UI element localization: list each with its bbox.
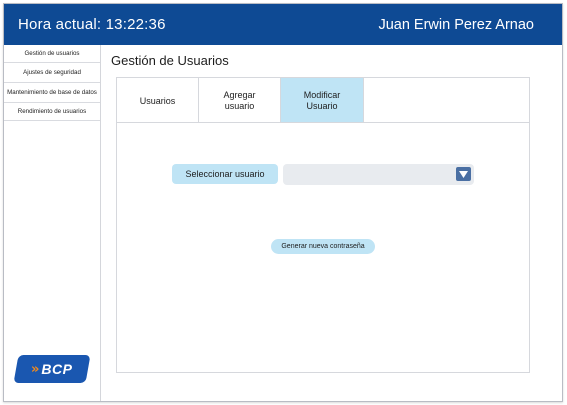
tab-users[interactable]: Usuarios — [117, 78, 199, 122]
arrow-icon: » — [31, 361, 40, 377]
select-user-label: Seleccionar usuario — [172, 164, 278, 184]
select-user-dropdown[interactable] — [283, 164, 474, 185]
top-bar: Hora actual: 13:22:36 Juan Erwin Perez A… — [4, 4, 562, 45]
sidebar: Gestión de usuarios Ajustes de seguridad… — [4, 45, 101, 401]
main-content: Gestión de Usuarios Usuarios Agregar usu… — [101, 45, 562, 401]
tab-label: Usuarios — [139, 95, 176, 106]
chevron-down-icon[interactable] — [456, 167, 471, 181]
tab-modify-user[interactable]: Modificar Usuario — [281, 78, 364, 122]
sidebar-item-label: Rendimiento de usuarios — [17, 107, 87, 115]
bcp-logo: » BCP — [13, 355, 91, 383]
page-title: Gestión de Usuarios — [111, 53, 229, 68]
sidebar-item-security-settings[interactable]: Ajustes de seguridad — [4, 63, 100, 83]
sidebar-item-database-maintenance[interactable]: Mantenimiento de base de datos — [4, 83, 100, 103]
app-window: Hora actual: 13:22:36 Juan Erwin Perez A… — [3, 3, 563, 402]
tab-bar: Usuarios Agregar usuario Modificar Usuar… — [117, 78, 364, 122]
sidebar-item-user-performance[interactable]: Rendimiento de usuarios — [4, 103, 100, 121]
tab-label: Modificar Usuario — [303, 90, 341, 111]
current-time: Hora actual: 13:22:36 — [18, 16, 166, 33]
sidebar-item-label: Gestión de usuarios — [24, 49, 80, 57]
logo-text: BCP — [41, 361, 73, 377]
generate-password-button[interactable]: Generar nueva contraseña — [271, 239, 375, 254]
sidebar-item-label: Mantenimiento de base de datos — [7, 88, 97, 96]
sidebar-item-label: Ajustes de seguridad — [23, 68, 81, 76]
tab-label: Agregar usuario — [223, 90, 256, 111]
tab-divider — [117, 122, 529, 123]
user-management-panel: Usuarios Agregar usuario Modificar Usuar… — [116, 77, 530, 373]
sidebar-item-user-management[interactable]: Gestión de usuarios — [4, 45, 100, 63]
user-name: Juan Erwin Perez Arnao — [378, 16, 534, 33]
tab-add-user[interactable]: Agregar usuario — [199, 78, 281, 122]
